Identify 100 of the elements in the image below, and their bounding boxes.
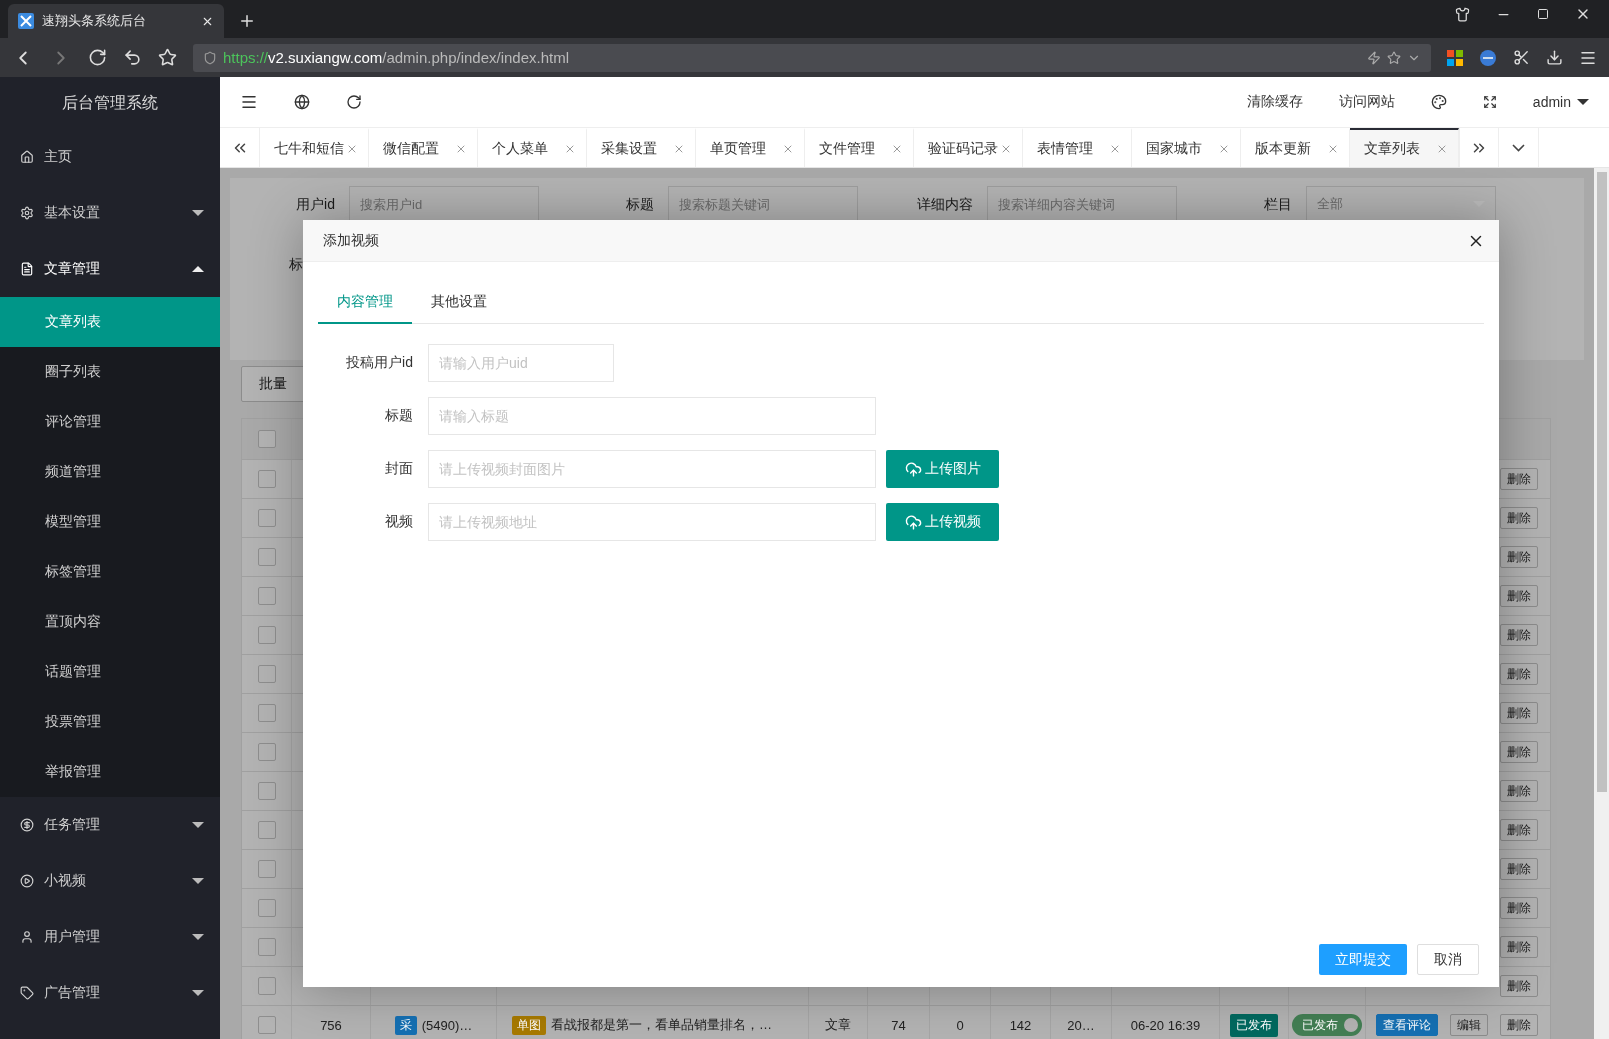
menu-fold-icon[interactable] <box>240 93 258 111</box>
cancel-button[interactable]: 取消 <box>1417 944 1479 975</box>
form-tab[interactable]: 其他设置 <box>412 282 506 324</box>
header-link[interactable]: 访问网站 <box>1338 93 1395 111</box>
checkbox[interactable] <box>257 899 276 917</box>
sidebar-subitem[interactable]: 评论管理 <box>0 397 220 447</box>
filter-label: 栏目 <box>1263 195 1292 214</box>
sidebar-item[interactable]: 任务管理 <box>0 797 220 853</box>
palette-icon[interactable] <box>1430 94 1447 110</box>
apps-icon[interactable] <box>1447 49 1463 66</box>
delete-button[interactable]: 删除 <box>1500 507 1538 529</box>
scroll-right-button[interactable] <box>1459 128 1499 167</box>
search-field[interactable]: 搜索标题关键词 <box>668 186 858 222</box>
delete-button[interactable]: 删除 <box>1500 897 1538 919</box>
sidebar-item[interactable]: 用户管理 <box>0 909 220 965</box>
new-tab-icon[interactable] <box>238 12 256 30</box>
undo-icon[interactable] <box>123 48 142 67</box>
sidebar-subitem[interactable]: 模型管理 <box>0 497 220 547</box>
checkbox[interactable] <box>257 1016 276 1034</box>
bolt-icon[interactable] <box>1367 50 1381 65</box>
filter-label: 用户id <box>295 195 335 214</box>
refresh-icon[interactable] <box>346 94 362 110</box>
delete-button[interactable]: 删除 <box>1500 975 1538 997</box>
checkbox[interactable] <box>257 743 276 761</box>
checkbox[interactable] <box>257 860 276 878</box>
page-tab[interactable]: 文章列表 <box>1350 128 1459 167</box>
bookmark-icon[interactable] <box>158 48 177 67</box>
caret-icon <box>192 934 204 940</box>
checkbox[interactable] <box>257 430 276 448</box>
sidebar-item[interactable]: 文章管理 <box>0 241 220 297</box>
delete-button[interactable]: 删除 <box>1500 546 1538 568</box>
delete-button[interactable]: 删除 <box>1500 624 1538 646</box>
delete-button[interactable]: 删除 <box>1500 819 1538 841</box>
sidebar-subitem[interactable]: 圈子列表 <box>0 347 220 397</box>
menu-item-icon <box>20 930 34 944</box>
delete-button[interactable]: 删除 <box>1500 741 1538 763</box>
delete-button[interactable]: 删除 <box>1500 702 1538 724</box>
browser-tab[interactable]: 速翔头条系统后台 <box>8 4 224 38</box>
search-field[interactable]: 搜索详细内容关键词 <box>987 186 1177 222</box>
maximize-icon[interactable] <box>1537 8 1549 20</box>
checkbox[interactable] <box>257 977 276 995</box>
shirt-icon[interactable] <box>1455 6 1470 22</box>
checkbox[interactable] <box>257 821 276 839</box>
checkbox[interactable] <box>257 704 276 722</box>
sidebar-subitem[interactable]: 话题管理 <box>0 647 220 697</box>
search-field[interactable]: 搜索用户id <box>349 186 539 222</box>
upload-button[interactable]: 上传图片 <box>886 450 999 488</box>
tab-label: 单页管理 <box>710 139 766 158</box>
delete-button[interactable]: 删除 <box>1500 936 1538 958</box>
checkbox[interactable] <box>257 626 276 644</box>
delete-button[interactable]: 删除 <box>1500 858 1538 880</box>
caret-icon <box>192 266 204 272</box>
delete-button[interactable]: 删除 <box>1500 585 1538 607</box>
sidebar-subitem[interactable]: 文章列表 <box>0 297 220 347</box>
menu-item-icon <box>20 818 34 832</box>
download-icon[interactable] <box>1546 49 1563 66</box>
checkbox[interactable] <box>257 782 276 800</box>
table-cell: 0 <box>956 1017 964 1033</box>
sidebar-subitem[interactable]: 举报管理 <box>0 747 220 797</box>
dialog-title: 添加视频 <box>323 231 379 250</box>
sidebar-item[interactable]: 基本设置 <box>0 185 220 241</box>
checkbox[interactable] <box>257 938 276 956</box>
publish-switch[interactable]: 已发布 <box>1292 1014 1362 1036</box>
scissors-icon[interactable] <box>1513 49 1530 66</box>
header-link[interactable]: 清除缓存 <box>1246 93 1303 111</box>
sidebar-item[interactable]: 主页 <box>0 129 220 185</box>
sidebar-item[interactable]: 小视频 <box>0 853 220 909</box>
delete-button[interactable]: 删除 <box>1500 1014 1538 1036</box>
sidebar-subitem[interactable]: 频道管理 <box>0 447 220 497</box>
delete-button[interactable]: 删除 <box>1500 780 1538 802</box>
caret-icon <box>192 990 204 996</box>
form-tab[interactable]: 内容管理 <box>318 282 412 324</box>
sidebar-item[interactable]: 广告管理 <box>0 965 220 1021</box>
address-field[interactable]: https://v2.suxiangw.com/admin.php/index/index.html <box>193 43 1431 72</box>
field-label: 视频 <box>384 513 414 531</box>
upload-button[interactable]: 上传视频 <box>886 503 999 541</box>
checkbox[interactable] <box>257 470 276 488</box>
star-icon[interactable] <box>1387 50 1401 65</box>
input-field[interactable]: 请输入用户uid <box>428 344 614 382</box>
comments-button[interactable]: 查看评论 <box>1376 1014 1438 1036</box>
edit-button[interactable]: 编辑 <box>1450 1014 1488 1036</box>
sidebar-subitem[interactable]: 置顶内容 <box>0 597 220 647</box>
checkbox[interactable] <box>257 587 276 605</box>
checkbox[interactable] <box>257 509 276 527</box>
app-title: 后台管理系统 <box>61 92 159 113</box>
chevron-down-icon <box>1512 143 1525 152</box>
delete-button[interactable]: 删除 <box>1500 468 1538 490</box>
table-cell: 20… <box>1067 1017 1095 1033</box>
scrollbar-thumb[interactable] <box>1596 172 1607 792</box>
delete-button[interactable]: 删除 <box>1500 663 1538 685</box>
table-cell: (5490)… <box>421 1017 473 1033</box>
sidebar-subitem[interactable]: 标签管理 <box>0 547 220 597</box>
input-field[interactable]: 请输入标题 <box>428 397 876 435</box>
menu-item-icon <box>20 874 34 888</box>
sidebar-subitem[interactable]: 投票管理 <box>0 697 220 747</box>
checkbox[interactable] <box>257 665 276 683</box>
reload-icon[interactable] <box>88 48 107 67</box>
user-menu[interactable]: admin <box>1532 94 1589 110</box>
checkbox[interactable] <box>257 548 276 566</box>
fullscreen-icon[interactable] <box>1482 95 1497 109</box>
